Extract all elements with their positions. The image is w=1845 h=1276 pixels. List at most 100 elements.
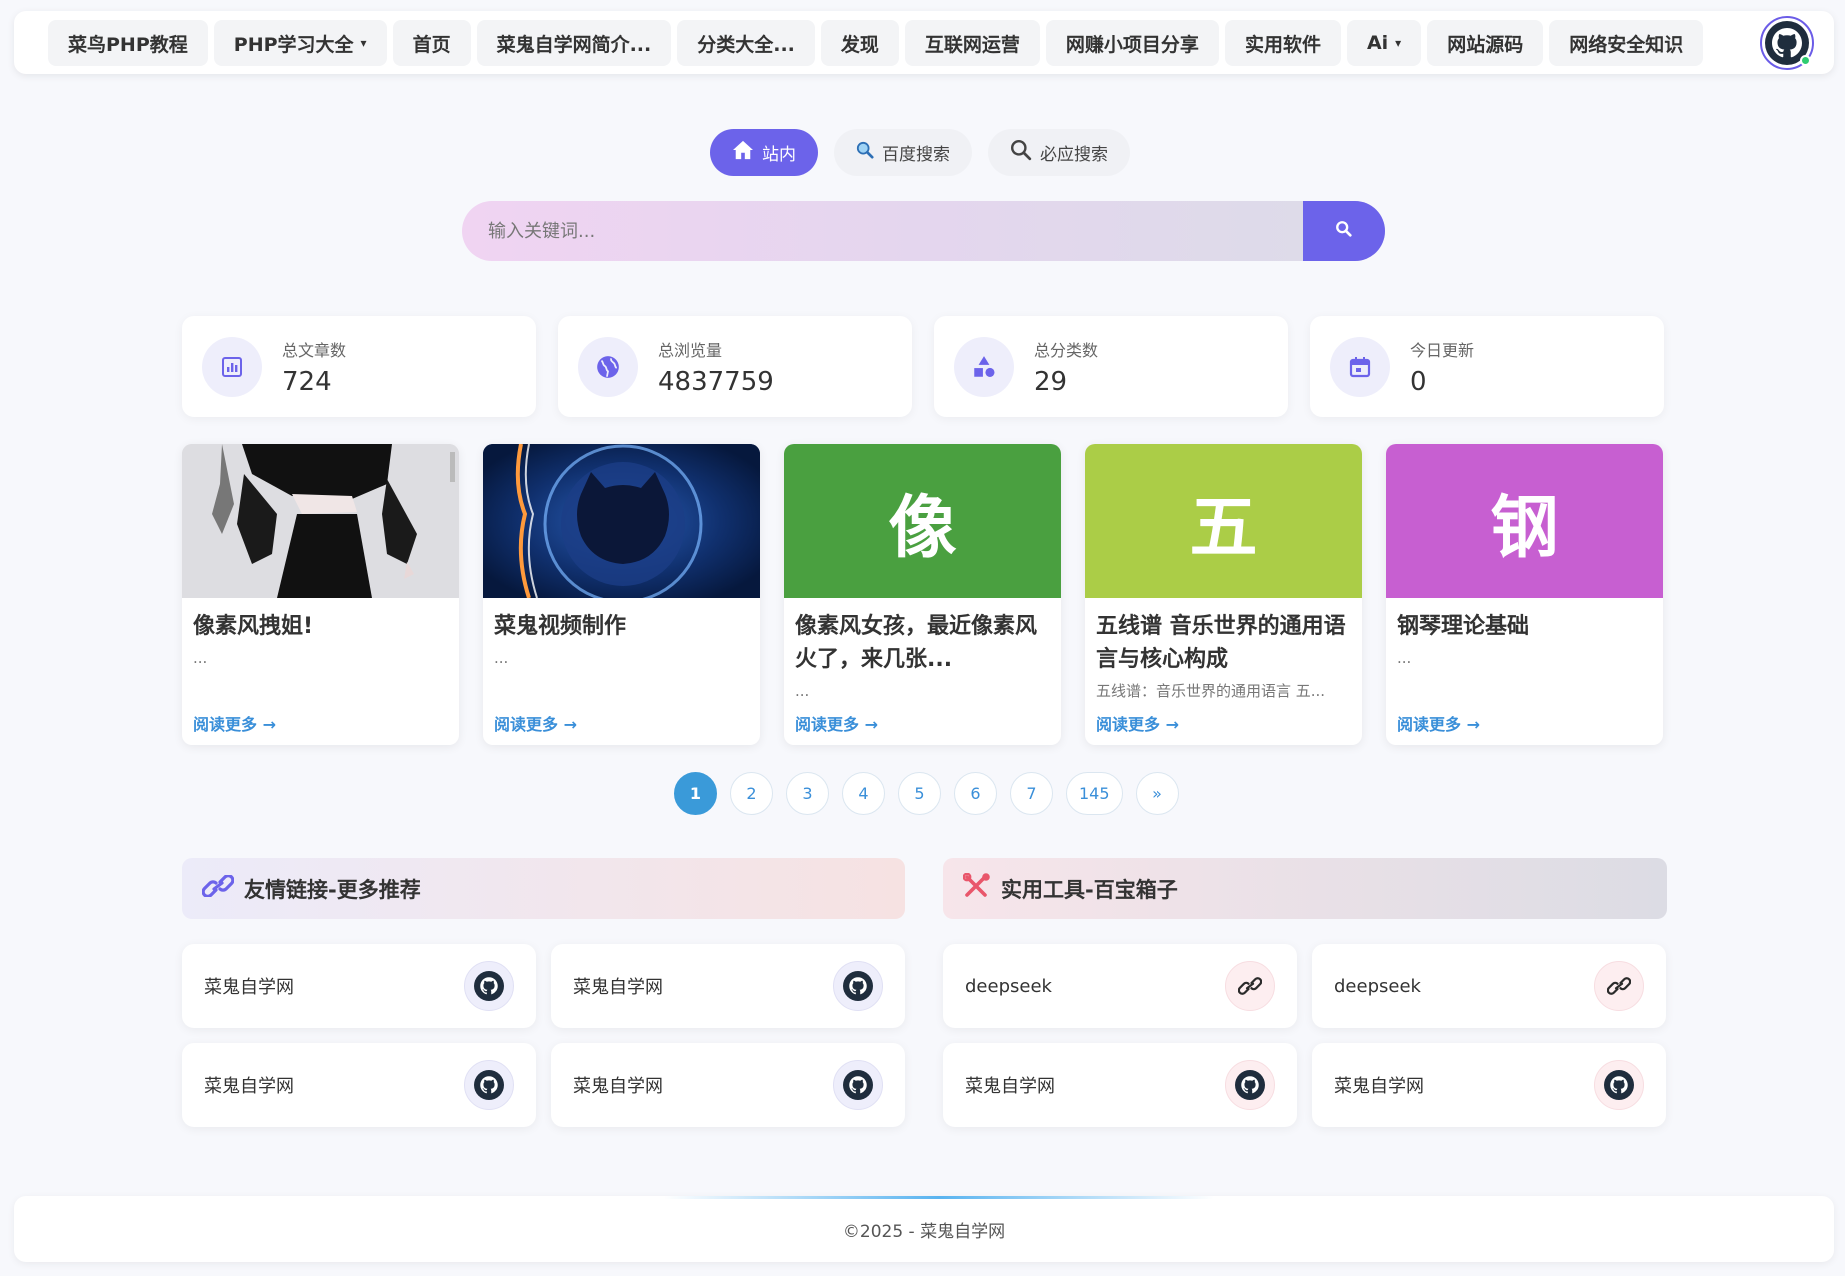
article-thumbnail-image[interactable]	[483, 444, 760, 598]
card-body: 菜鬼视频制作... 阅读更多 →	[483, 598, 760, 745]
nav-item-label: 首页	[412, 33, 451, 56]
copyright-text: ©2025 - 菜鬼自学网	[842, 1221, 1006, 1242]
page-button[interactable]: 7	[1010, 772, 1053, 815]
nav-item[interactable]: 菜鬼自学网简介...	[476, 20, 672, 66]
calendar-icon	[1330, 336, 1390, 397]
article-title[interactable]: 像素风女孩，最近像素风火了，来几张...	[795, 610, 1050, 676]
page-button[interactable]: 3	[786, 772, 829, 815]
article-title[interactable]: 五线谱 音乐世界的通用语言与核心构成	[1096, 610, 1351, 676]
article-thumbnail[interactable]: 像	[784, 444, 1061, 598]
article-thumbnail[interactable]: 钢	[1386, 444, 1663, 598]
article-card[interactable]: 钢钢琴理论基础... 阅读更多 →	[1386, 444, 1663, 745]
link-label: 菜鬼自学网	[573, 977, 663, 998]
tool-link-item[interactable]: deepseek	[1312, 944, 1666, 1028]
card-body: 像素风拽姐!... 阅读更多 →	[182, 598, 459, 745]
shapes-icon	[954, 336, 1014, 397]
article-title[interactable]: 像素风拽姐!	[193, 610, 448, 643]
globe-icon	[578, 336, 638, 397]
nav-item[interactable]: PHP学习大全 ▾	[213, 20, 387, 66]
section-title: 实用工具-百宝箱子	[1001, 877, 1178, 902]
nav-item[interactable]: 实用软件	[1224, 20, 1341, 66]
top-navigation: 菜鸟PHP教程 PHP学习大全 ▾ 首页 菜鬼自学网简介... 分类大全... 发现 互联网运…	[14, 11, 1834, 74]
page-button[interactable]: 5	[898, 772, 941, 815]
nav-item[interactable]: 互联网运营	[904, 20, 1040, 66]
github-icon	[833, 961, 883, 1011]
search-input[interactable]	[462, 201, 1303, 261]
stat-value: 4837759	[658, 366, 774, 397]
nav-item[interactable]: 网站源码	[1427, 20, 1544, 66]
section-title: 友情链接-更多推荐	[244, 877, 421, 902]
stat-card-categories: 总分类数 29	[934, 316, 1288, 417]
thumbnail-letter: 五	[1189, 488, 1258, 568]
tab-baidu-search[interactable]: 百度搜索	[834, 129, 972, 176]
search-bar	[462, 201, 1385, 261]
nav-item[interactable]: 首页	[392, 20, 471, 66]
page-button[interactable]: 6	[954, 772, 997, 815]
link-label: 菜鬼自学网	[204, 977, 294, 998]
nav-item-label: 网站源码	[1447, 33, 1524, 56]
article-card[interactable]: 菜鬼视频制作... 阅读更多 →	[483, 444, 760, 745]
nav-item[interactable]: 菜鸟PHP教程	[48, 20, 208, 66]
tab-bing-search[interactable]: 必应搜索	[988, 129, 1130, 176]
read-more-link[interactable]: 阅读更多 →	[1397, 711, 1652, 735]
friend-link-item[interactable]: 菜鬼自学网	[551, 944, 905, 1028]
nav-item-label: 网赚小项目分享	[1065, 33, 1199, 56]
magnifier-emoji-icon	[856, 141, 874, 164]
link-icon	[1594, 961, 1644, 1011]
friend-link-item[interactable]: 菜鬼自学网	[551, 1043, 905, 1127]
article-title[interactable]: 菜鬼视频制作	[494, 610, 749, 643]
site-stats: 总文章数 724 总浏览量 4837759 总分类数 29 今日更新 0	[182, 316, 1664, 417]
footer-accent-line	[664, 1196, 1214, 1199]
page-button[interactable]: 145	[1066, 772, 1123, 815]
article-excerpt: ...	[795, 682, 810, 700]
article-thumbnail-image[interactable]	[182, 444, 459, 598]
link-label: 菜鬼自学网	[1334, 1076, 1424, 1097]
friend-link-item[interactable]: 菜鬼自学网	[182, 1043, 536, 1127]
article-excerpt: ...	[494, 649, 509, 667]
nav-item[interactable]: 网络安全知识	[1549, 20, 1704, 66]
tab-label: 百度搜索	[882, 145, 950, 165]
read-more-link[interactable]: 阅读更多 →	[193, 711, 448, 735]
chevron-down-icon: ▾	[360, 36, 367, 50]
link-chain-icon	[201, 874, 235, 902]
article-thumbnail[interactable]: 五	[1085, 444, 1362, 598]
stat-label: 今日更新	[1410, 340, 1475, 360]
tool-link-item[interactable]: 菜鬼自学网	[1312, 1043, 1666, 1127]
thumbnail-letter: 像	[888, 488, 957, 568]
page-button[interactable]: 1	[674, 772, 717, 815]
site-footer: ©2025 - 菜鬼自学网	[14, 1196, 1834, 1262]
nav-item[interactable]: 网赚小项目分享	[1045, 20, 1219, 66]
article-card[interactable]: 像素风拽姐!... 阅读更多 →	[182, 444, 459, 745]
search-icon	[1335, 220, 1353, 242]
tools-header: 实用工具-百宝箱子	[943, 858, 1667, 919]
next-page-button[interactable]: »	[1135, 772, 1179, 815]
article-title[interactable]: 钢琴理论基础	[1397, 610, 1652, 643]
read-more-link[interactable]: 阅读更多 →	[494, 711, 749, 735]
tool-link-item[interactable]: deepseek	[943, 944, 1297, 1028]
github-icon	[1225, 1060, 1275, 1110]
stat-card-today: 今日更新 0	[1310, 316, 1664, 417]
friend-link-item[interactable]: 菜鬼自学网	[182, 944, 536, 1028]
read-more-link[interactable]: 阅读更多 →	[795, 711, 1050, 735]
nav-item[interactable]: Ai ▾	[1346, 20, 1422, 66]
user-avatar[interactable]	[1760, 16, 1814, 70]
article-card[interactable]: 五五线谱 音乐世界的通用语言与核心构成五线谱：音乐世界的通用语言 五... 阅读更…	[1085, 444, 1362, 745]
page-button[interactable]: 4	[842, 772, 885, 815]
search-button[interactable]	[1303, 201, 1385, 261]
stat-value: 724	[282, 366, 332, 397]
online-status-dot	[1800, 55, 1811, 66]
tool-link-item[interactable]: 菜鬼自学网	[943, 1043, 1297, 1127]
card-body: 五线谱 音乐世界的通用语言与核心构成五线谱：音乐世界的通用语言 五... 阅读更多…	[1085, 598, 1362, 745]
stat-card-articles: 总文章数 724	[182, 316, 536, 417]
nav-item[interactable]: 发现	[820, 20, 899, 66]
article-card[interactable]: 像像素风女孩，最近像素风火了，来几张...... 阅读更多 →	[784, 444, 1061, 745]
read-more-link[interactable]: 阅读更多 →	[1096, 711, 1351, 735]
link-icon	[1225, 961, 1275, 1011]
github-icon	[833, 1060, 883, 1110]
article-excerpt: 五线谱：音乐世界的通用语言 五...	[1096, 682, 1326, 700]
nav-item[interactable]: 分类大全...	[677, 20, 815, 66]
nav-item-label: 实用软件	[1244, 33, 1321, 56]
page-button[interactable]: 2	[730, 772, 773, 815]
nav-item-label: 菜鬼自学网简介...	[496, 33, 652, 56]
tab-site-search[interactable]: 站内	[710, 129, 818, 176]
